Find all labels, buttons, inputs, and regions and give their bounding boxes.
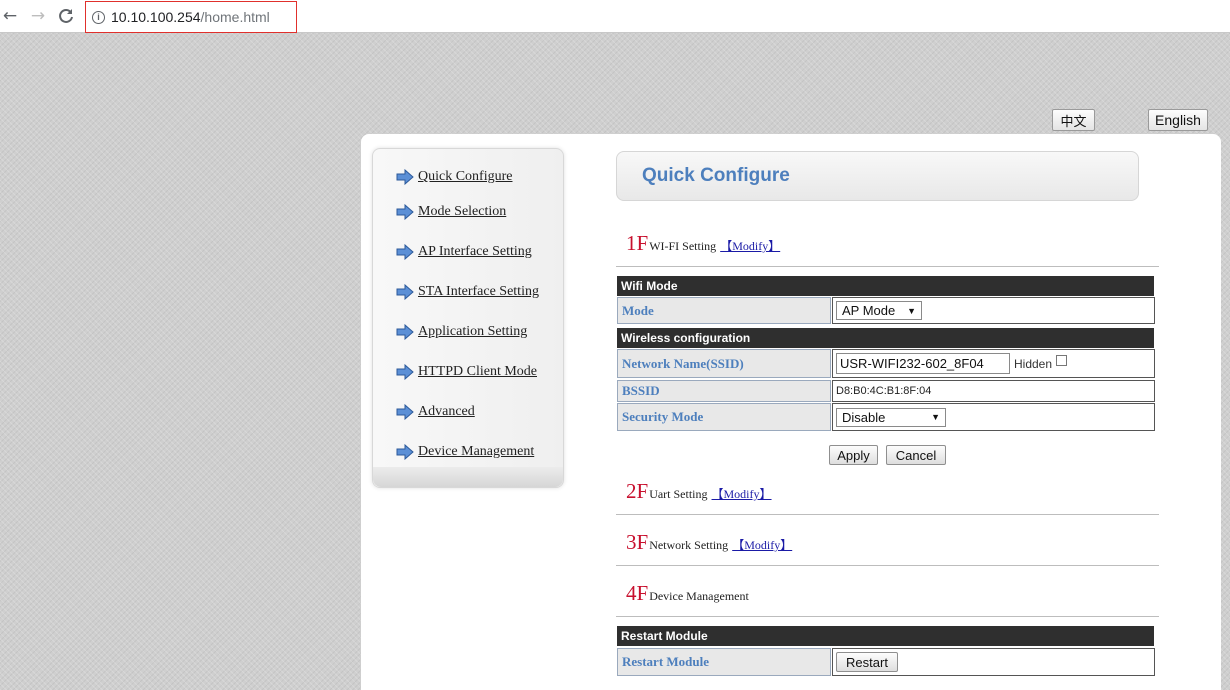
forward-arrow-icon[interactable]: → xyxy=(28,6,48,26)
arrow-right-icon xyxy=(396,244,414,260)
english-language-button[interactable]: English xyxy=(1148,109,1208,131)
floor-number: 4F xyxy=(626,581,649,605)
section-divider xyxy=(616,266,1159,267)
wifi-mode-header: Wifi Mode xyxy=(617,276,1154,296)
security-mode-label: Security Mode xyxy=(617,403,831,431)
section-label: Network Setting xyxy=(649,538,729,552)
sidebar-item-label: Advanced xyxy=(418,404,475,419)
sidebar-item-mode-selection[interactable]: Mode Selection xyxy=(396,204,506,220)
section-label: Device Management xyxy=(649,589,749,603)
modify-wifi-link[interactable]: 【Modify】 xyxy=(720,237,780,254)
page-title-box: Quick Configure xyxy=(616,151,1139,201)
restart-module-header: Restart Module xyxy=(617,626,1154,646)
apply-button[interactable]: Apply xyxy=(829,445,878,465)
reload-icon[interactable] xyxy=(56,6,76,26)
arrow-right-icon xyxy=(396,444,414,460)
sidebar-item-label: AP Interface Setting xyxy=(418,244,532,259)
arrow-right-icon xyxy=(396,404,414,420)
bssid-cell: D8:B0:4C:B1:8F:04 xyxy=(832,380,1155,402)
sidebar-item-application-setting[interactable]: Application Setting xyxy=(396,324,527,340)
sidebar-item-label: STA Interface Setting xyxy=(418,284,539,299)
sidebar-item-label: Application Setting xyxy=(418,324,528,339)
url-path: /home.html xyxy=(200,9,270,25)
arrow-right-icon xyxy=(396,364,414,380)
section-label: WI-FI Setting xyxy=(649,239,717,253)
hidden-checkbox[interactable] xyxy=(1056,355,1068,366)
arrow-right-icon xyxy=(396,169,414,185)
sidebar-menu xyxy=(372,148,564,488)
url-host: 10.10.100.254 xyxy=(111,9,201,25)
floor-number: 3F xyxy=(626,530,649,554)
sidebar-item-quick-configure[interactable]: Quick Configure xyxy=(396,169,512,185)
main-panel: Quick Configure Mode Selection AP Interf… xyxy=(361,134,1221,690)
modify-uart-link[interactable]: 【Modify】 xyxy=(712,485,772,502)
restart-module-cell: Restart xyxy=(832,648,1155,676)
bssid-label: BSSID xyxy=(617,380,831,402)
security-mode-select[interactable]: Disable ▼ xyxy=(836,407,946,427)
sidebar-item-label: Mode Selection xyxy=(418,204,507,219)
sidebar-item-advanced[interactable]: Advanced xyxy=(396,404,475,420)
section-divider xyxy=(616,616,1159,617)
modify-network-link[interactable]: 【Modify】 xyxy=(732,536,792,553)
dropdown-caret-icon: ▼ xyxy=(907,305,916,316)
sidebar-item-label: Quick Configure xyxy=(418,169,513,184)
section-divider xyxy=(616,514,1159,515)
mode-label: Mode xyxy=(617,297,831,324)
arrow-right-icon xyxy=(396,284,414,300)
mode-select-value: AP Mode xyxy=(842,303,896,318)
restart-button[interactable]: Restart xyxy=(836,652,898,672)
dropdown-caret-icon: ▼ xyxy=(931,412,940,422)
hidden-label: Hidden xyxy=(1014,356,1053,371)
sidebar-item-httpd-client[interactable]: HTTPD Client Mode xyxy=(396,364,537,380)
mode-cell: AP Mode ▼ xyxy=(832,297,1155,324)
mode-select[interactable]: AP Mode ▼ xyxy=(836,301,922,320)
arrow-right-icon xyxy=(396,204,414,220)
address-bar[interactable]: i 10.10.100.254/home.html xyxy=(85,1,297,33)
security-mode-cell: Disable ▼ xyxy=(832,403,1155,431)
wireless-config-header: Wireless configuration xyxy=(617,328,1154,348)
section-network-setting: 3F Network Setting 【Modify】 xyxy=(626,530,792,555)
ssid-cell: USR-WIFI232-602_8F04 Hidden xyxy=(832,349,1155,378)
sidebar-item-ap-interface[interactable]: AP Interface Setting xyxy=(396,244,532,260)
chinese-language-button[interactable]: 中文 xyxy=(1052,109,1095,131)
floor-number: 2F xyxy=(626,479,649,503)
section-wifi-setting: 1F WI-FI Setting 【Modify】 xyxy=(626,231,780,256)
ssid-input[interactable]: USR-WIFI232-602_8F04 xyxy=(836,353,1010,374)
section-label: Uart Setting xyxy=(649,487,708,501)
sidebar-item-sta-interface[interactable]: STA Interface Setting xyxy=(396,284,539,300)
section-divider xyxy=(616,565,1159,566)
arrow-right-icon xyxy=(396,324,414,340)
floor-number: 1F xyxy=(626,231,649,255)
ssid-label: Network Name(SSID) xyxy=(617,349,831,378)
browser-toolbar: ← → i 10.10.100.254/home.html xyxy=(0,0,1230,33)
info-icon[interactable]: i xyxy=(92,10,105,24)
page-title: Quick Configure xyxy=(642,165,790,186)
sidebar-item-label: Device Management xyxy=(418,444,535,459)
sidebar-item-device-management[interactable]: Device Management xyxy=(396,444,534,460)
sidebar-item-label: HTTPD Client Mode xyxy=(418,364,537,379)
section-uart-setting: 2F Uart Setting 【Modify】 xyxy=(626,479,772,504)
sidebar-footer xyxy=(373,467,563,487)
bssid-value: D8:B0:4C:B1:8F:04 xyxy=(836,385,932,397)
restart-module-label: Restart Module xyxy=(617,648,831,676)
section-device-management: 4F Device Management xyxy=(626,581,749,606)
security-select-value: Disable xyxy=(842,409,886,425)
back-arrow-icon[interactable]: ← xyxy=(0,6,20,26)
cancel-button[interactable]: Cancel xyxy=(886,445,946,465)
